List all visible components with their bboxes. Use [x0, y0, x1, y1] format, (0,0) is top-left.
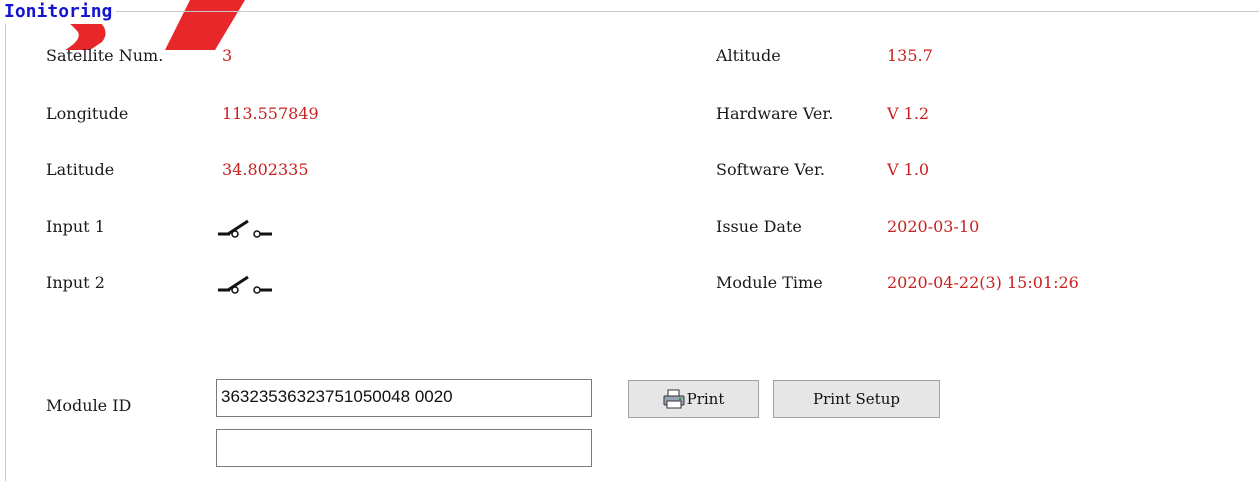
switch-open-icon [216, 272, 272, 296]
longitude-value: 113.557849 [222, 104, 319, 123]
latitude-label: Latitude [46, 160, 115, 179]
input2-label: Input 2 [46, 273, 105, 292]
print-setup-button[interactable]: Print Setup [773, 380, 940, 418]
print-button-label: Print [686, 390, 725, 408]
issue-date-label: Issue Date [716, 217, 802, 236]
latitude-value: 34.802335 [222, 160, 309, 179]
software-ver-value: V 1.0 [887, 160, 930, 179]
longitude-label: Longitude [46, 104, 129, 123]
switch-open-icon [216, 216, 272, 240]
input1-label: Input 1 [46, 217, 105, 236]
print-button[interactable]: Print [628, 380, 759, 418]
module-time-label: Module Time [716, 273, 823, 292]
panel-title-rest: onitoring [14, 1, 113, 22]
hardware-ver-label: Hardware Ver. [716, 104, 834, 123]
print-setup-button-label: Print Setup [813, 390, 900, 408]
satellite-num-value: 3 [222, 46, 233, 65]
hardware-ver-value: V 1.2 [887, 104, 930, 123]
module-time-value: 2020-04-22(3) 15:01:26 [887, 273, 1079, 292]
panel-title: Ionitoring [4, 0, 117, 24]
printer-icon [663, 389, 685, 409]
satellite-num-label: Satellite Num. [46, 46, 164, 65]
module-id-label: Module ID [46, 396, 132, 415]
software-ver-label: Software Ver. [716, 160, 825, 179]
panel-title-prefix: I [4, 1, 15, 22]
module-secondary-field[interactable] [216, 429, 592, 467]
issue-date-value: 2020-03-10 [887, 217, 980, 236]
altitude-value: 135.7 [887, 46, 933, 65]
module-id-field[interactable]: 36323536323751050048 0020 [216, 379, 592, 417]
altitude-label: Altitude [716, 46, 781, 65]
